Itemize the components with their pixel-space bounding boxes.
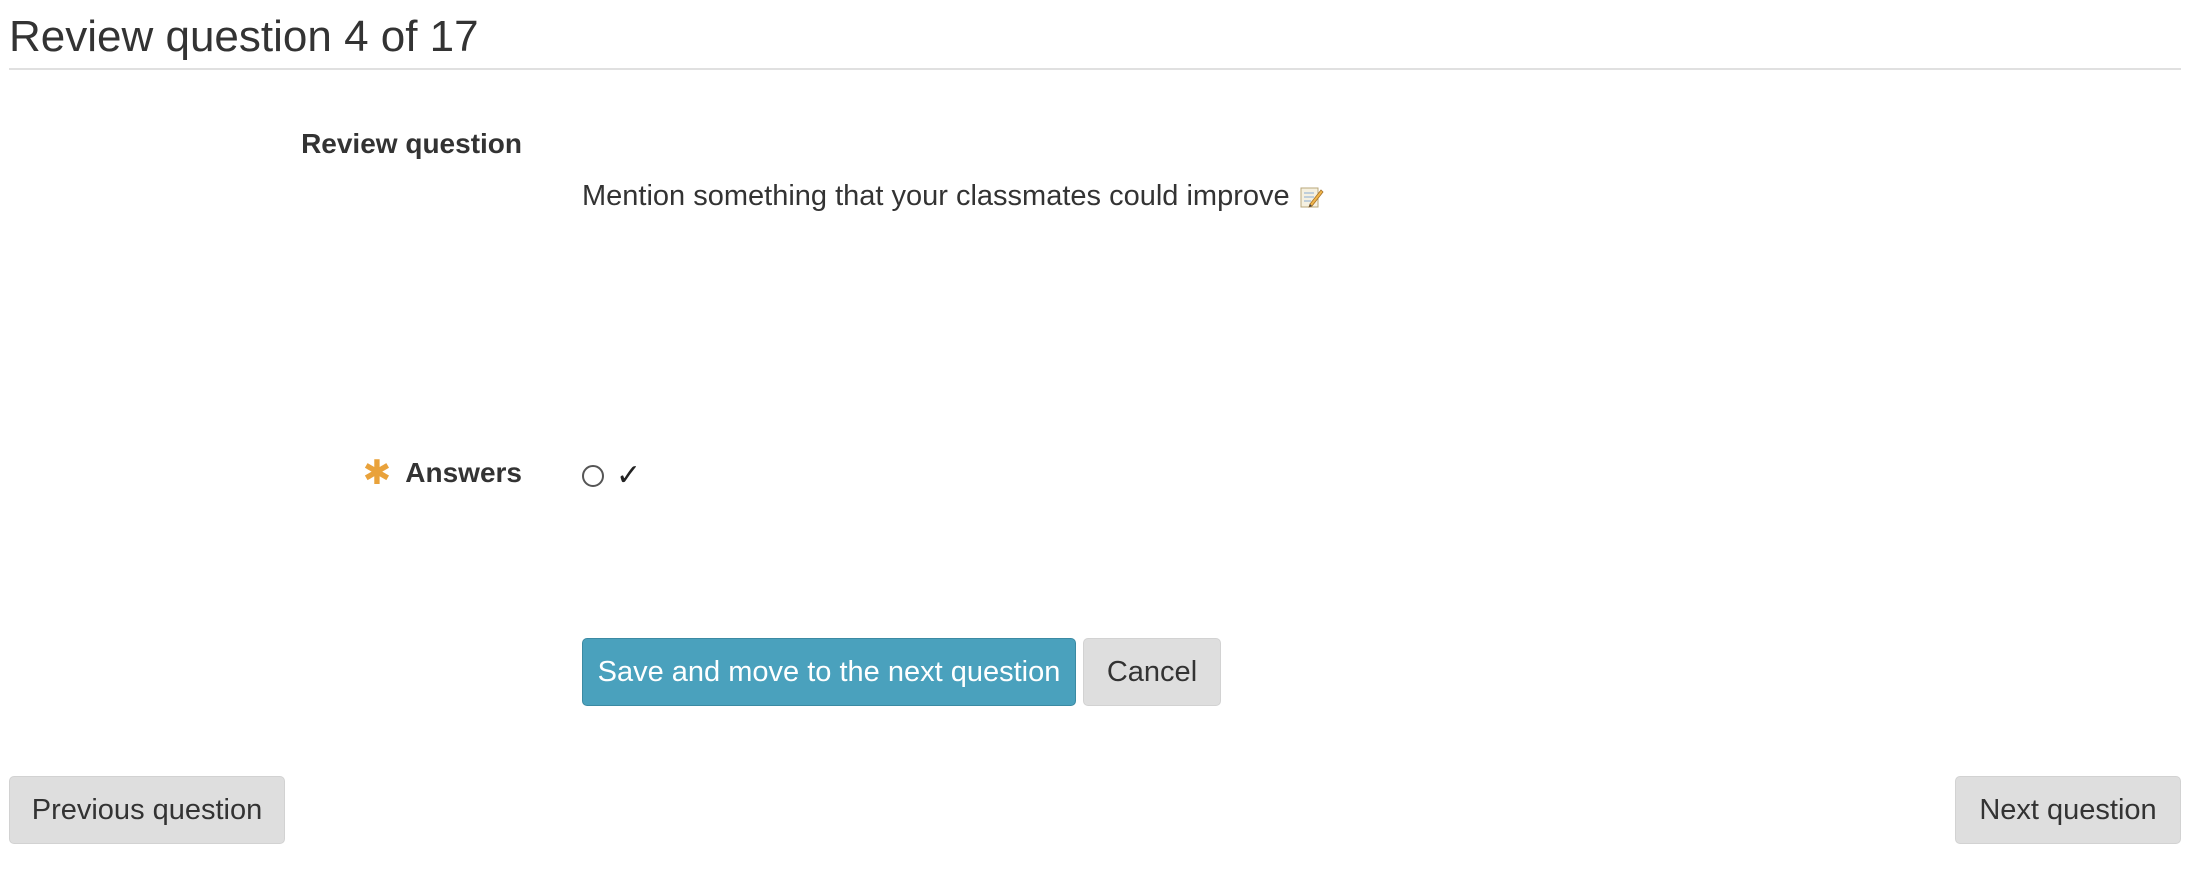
asterisk-icon: ✱ (362, 454, 392, 492)
previous-question-button[interactable]: Previous question (9, 776, 285, 844)
question-text: Mention something that your classmates c… (582, 180, 1324, 213)
question-text-content: Mention something that your classmates c… (582, 180, 1290, 212)
review-question-label: Review question (301, 128, 522, 159)
answer-radio[interactable] (582, 464, 604, 487)
page-header: Review question 4 of 17 (9, 0, 2181, 70)
answers-label-group: ✱ Answers (363, 456, 522, 490)
save-and-next-button[interactable]: Save and move to the next question (582, 638, 1076, 706)
answer-option[interactable]: ✓ (582, 458, 641, 493)
answer-option-label: ✓ (616, 458, 642, 493)
next-question-button[interactable]: Next question (1955, 776, 2181, 844)
answers-label: Answers (405, 457, 522, 488)
memo-icon (1298, 184, 1324, 210)
page-title: Review question 4 of 17 (9, 12, 479, 61)
cancel-button[interactable]: Cancel (1083, 638, 1221, 706)
